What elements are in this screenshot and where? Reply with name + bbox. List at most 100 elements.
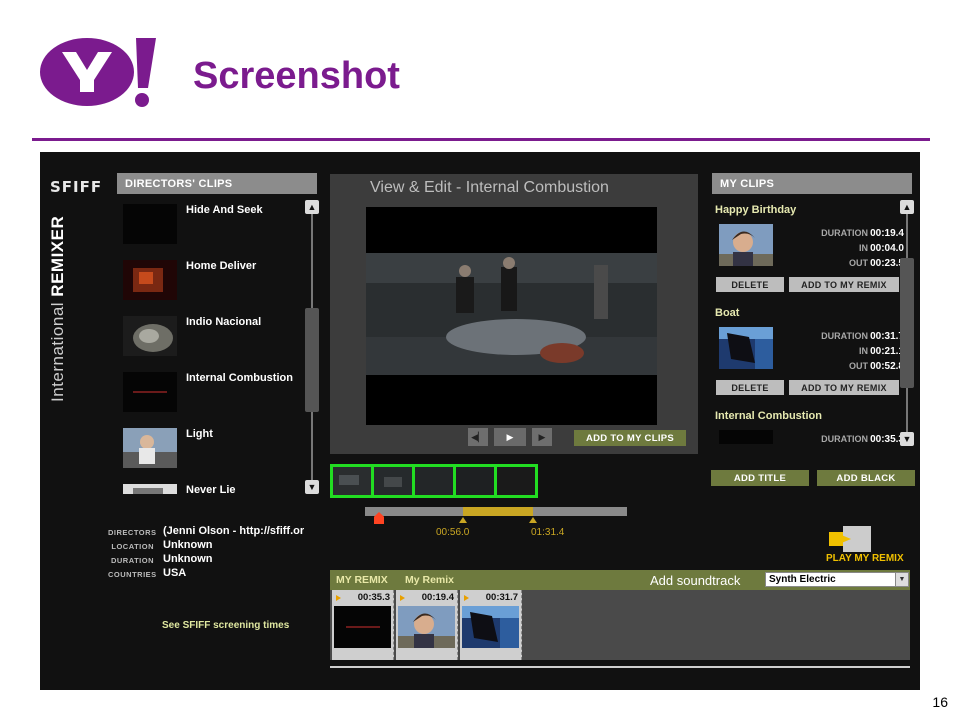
thumbnail-image [123,260,177,300]
in-value: 00:04.0 [870,243,904,254]
screening-times-link[interactable]: See SFIFF screening times [162,620,289,631]
remixer-app: SFIFF International REMIXER DIRECTORS' C… [40,152,920,690]
duration-value: 00:19.4 [870,228,904,239]
my-clip-thumbnail[interactable] [719,224,773,266]
film-frame[interactable] [497,467,535,495]
scroll-up-icon[interactable]: ▲ [305,200,319,214]
thumbnail-image [123,484,177,494]
vertical-title-bold: REMIXER [48,215,67,297]
add-black-button[interactable]: ADD BLACK [817,470,915,486]
remix-track[interactable]: 00:35.3 00:19.4 00:31.7 [330,590,910,660]
scroll-thumb[interactable] [900,258,914,388]
view-edit-panel: View & Edit - Internal Combustion ◀▏ ▶ ▶… [330,174,698,454]
remix-clip[interactable]: 00:19.4 [396,590,458,660]
play-remix-icon[interactable] [829,526,871,552]
clip-thumbnail [123,372,177,412]
location-value: Unknown [163,539,213,551]
out-marker-icon[interactable] [529,517,537,523]
duration-value: Unknown [163,553,213,565]
scroll-thumb[interactable] [305,308,319,412]
list-item[interactable]: Never Lie [120,482,300,494]
add-to-my-clips-button[interactable]: ADD TO MY CLIPS [574,430,686,446]
play-my-remix-label[interactable]: PLAY MY REMIX [826,553,904,564]
list-item[interactable]: Internal Combustion [120,370,300,420]
video-player[interactable] [366,207,657,425]
duration-key: DURATION [821,228,868,238]
countries-value: USA [163,567,187,579]
clip-thumbnail [123,260,177,300]
duration-value: 00:31.7 [870,331,904,342]
clip-title: Hide And Seek [186,204,263,216]
yahoo-logo [40,38,156,107]
film-frame[interactable] [333,467,374,495]
delete-button[interactable]: DELETE [716,380,784,395]
my-clip-meta: DURATION 00:31.7 IN 00:21.1 OUT 00:52.8 [814,331,904,376]
list-item[interactable]: Hide And Seek [120,202,300,252]
frame-image [497,467,535,495]
film-frame[interactable] [415,467,456,495]
my-clip-name: Boat [715,307,740,319]
clip-info: DIRECTORS (Jenni Olson - http://sfiff.or … [108,525,338,581]
frame-image [456,467,494,495]
directors-key: DIRECTORS [108,528,157,537]
chevron-down-icon[interactable]: ▼ [895,573,908,586]
remix-clip-duration: 00:35.3 [357,592,390,603]
remix-clip-thumbnail [398,606,455,648]
remix-clip[interactable]: 00:31.7 [460,590,522,660]
remix-clip-thumbnail [462,606,519,648]
clip-thumbnail [123,484,177,494]
page-number: 16 [932,694,948,710]
in-time-label: 00:56.0 [436,527,470,538]
frame-image [415,467,453,495]
list-item[interactable]: Indio Nacional [120,314,300,364]
play-icon[interactable]: ▶ [494,428,526,446]
scroll-down-icon[interactable]: ▼ [900,432,914,446]
out-key: OUT [849,258,868,268]
soundtrack-select[interactable]: Synth Electric ▼ [765,572,909,587]
add-title-button[interactable]: ADD TITLE [711,470,809,486]
remix-clip[interactable]: 00:35.3 [332,590,394,660]
selection-range[interactable] [463,507,533,516]
filmstrip[interactable] [330,464,538,498]
rewind-icon[interactable]: ◀▏ [468,428,488,446]
thumbnail-image [398,606,455,648]
my-clip-meta: DURATION 00:35.3 [814,434,904,449]
in-marker-icon[interactable] [459,517,467,523]
add-to-my-remix-button[interactable]: ADD TO MY REMIX [789,380,899,395]
clip-title: Home Deliver [186,260,257,272]
my-clip-thumbnail[interactable] [719,327,773,369]
my-remix-bar: MY REMIX My Remix Add soundtrack Synth E… [330,570,910,590]
thumbnail-image [123,316,177,356]
title-divider [32,138,930,141]
list-item[interactable]: Light [120,426,300,476]
film-frame[interactable] [456,467,497,495]
my-clip-thumbnail[interactable] [719,430,773,444]
slide-title: Screenshot [193,55,400,97]
directors-scrollbar[interactable]: ▲ ▼ [305,200,319,494]
clip-thumbnail [123,204,177,244]
my-remix-label: MY REMIX [336,574,388,586]
thumbnail-image [334,606,391,648]
my-clip-meta: DURATION 00:19.4 IN 00:04.0 OUT 00:23.5 [814,228,904,273]
scroll-down-icon[interactable]: ▼ [305,480,319,494]
add-to-my-remix-button[interactable]: ADD TO MY REMIX [789,277,899,292]
remix-divider [330,666,910,668]
directors-clips-header: DIRECTORS' CLIPS [117,173,317,194]
soundtrack-value: Synth Electric [769,574,836,585]
timeline-scrubber[interactable] [365,507,627,516]
thumbnail-image [462,606,519,648]
out-time-label: 01:31.4 [531,527,565,538]
my-clips-scrollbar[interactable]: ▲ ▼ [900,200,914,446]
forward-icon[interactable]: ▶ [532,428,552,446]
out-value: 00:23.5 [870,258,904,269]
list-item[interactable]: Home Deliver [120,258,300,308]
delete-button[interactable]: DELETE [716,277,784,292]
duration-value: 00:35.3 [870,434,904,445]
vertical-title-part: International [48,296,67,402]
video-frame [366,207,657,425]
my-clip-name: Happy Birthday [715,204,797,216]
remix-name[interactable]: My Remix [405,574,454,586]
scroll-up-icon[interactable]: ▲ [900,200,914,214]
film-frame[interactable] [374,467,415,495]
clip-title: Indio Nacional [186,316,262,328]
